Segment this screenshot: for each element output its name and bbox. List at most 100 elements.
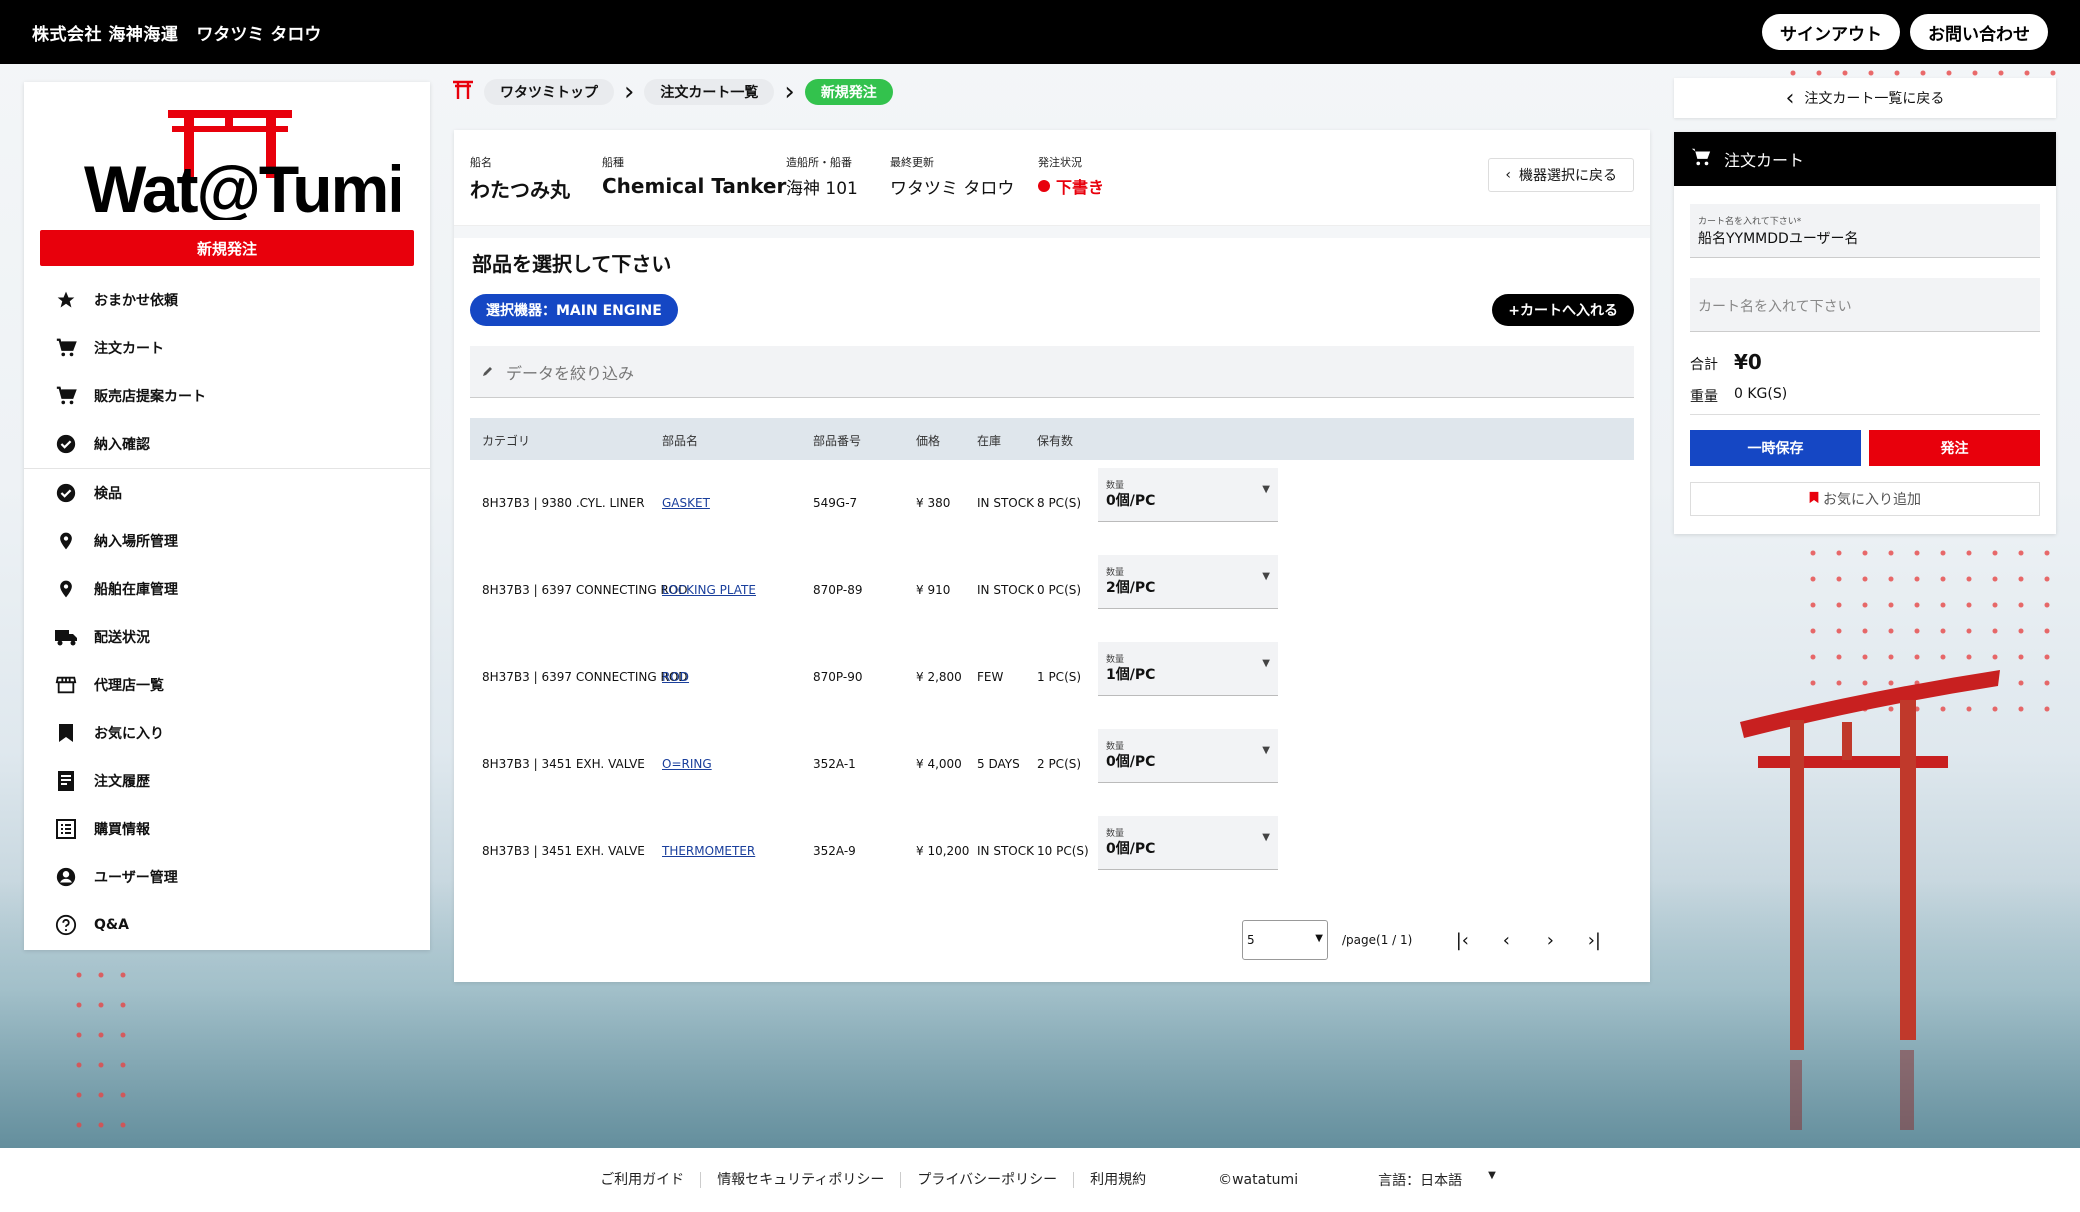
stock-cell: IN STOCK	[977, 496, 1034, 510]
chevron-right-icon: ›	[784, 77, 795, 107]
footer-link-guide[interactable]: ご利用ガイド	[584, 1172, 702, 1188]
sidebar-item-label: 納入確認	[94, 437, 150, 453]
part-name-link[interactable]: GASKET	[662, 496, 710, 510]
part-name-link[interactable]: O=RING	[662, 757, 712, 771]
category-cell: 8H37B3 | 3451 EXH. VALVE	[482, 844, 645, 858]
ship-name: 船名 わたつみ丸	[470, 154, 570, 203]
price-cell: ¥ 10,200	[916, 844, 970, 858]
torii-icon	[452, 80, 474, 104]
contact-button[interactable]: お問い合わせ	[1910, 14, 2048, 50]
add-favorite-button[interactable]: お気に入り追加	[1690, 482, 2040, 516]
sidebar-item-delivery-confirm[interactable]: 納入確認	[24, 420, 430, 468]
sidebar-item-favorites[interactable]: お気に入り	[24, 709, 430, 757]
dropdown-arrow-icon: ▼	[1488, 1170, 1496, 1181]
new-order-button[interactable]: 新規発注	[40, 230, 414, 266]
back-to-cart-list-button[interactable]: ‹ 注文カート一覧に戻る	[1674, 78, 2056, 118]
sidebar-item-omakase[interactable]: おまかせ依頼	[24, 276, 430, 324]
quantity-select[interactable]: 数量 0個/PC ▼	[1098, 729, 1278, 783]
sidebar-item-purchase-info[interactable]: 購買情報	[24, 805, 430, 853]
status-text: 下書き	[1056, 178, 1105, 197]
table-row: 8H37B3 | 6397 CONNECTING ROD LOCKING PLA…	[470, 547, 1634, 634]
sidebar-item-inspection[interactable]: 検品	[24, 469, 430, 517]
location-pin-icon	[54, 577, 78, 601]
sidebar-item-user-management[interactable]: ユーザー管理	[24, 853, 430, 901]
cart-icon	[54, 384, 78, 408]
ship-name-value: わたつみ丸	[470, 178, 570, 202]
column-header: カテゴリ	[482, 434, 531, 448]
price-cell: ¥ 2,800	[916, 670, 962, 684]
check-circle-icon	[54, 481, 78, 505]
star-icon	[54, 288, 78, 312]
owned-cell: 0 PC(S)	[1037, 583, 1082, 597]
owned-cell: 8 PC(S)	[1037, 496, 1082, 510]
cart-name-field-label: カート名を入れて下さい*	[1698, 217, 1802, 227]
sidebar-item-label: 検品	[94, 486, 122, 502]
quantity-select[interactable]: 数量 2個/PC ▼	[1098, 555, 1278, 609]
sidebar-item-shipping-status[interactable]: 配送状況	[24, 613, 430, 661]
language-value: 言語：日本語	[1378, 1173, 1463, 1189]
footer-link-privacy[interactable]: プライバシーポリシー	[901, 1172, 1075, 1188]
save-draft-button[interactable]: 一時保存	[1690, 430, 1861, 466]
stock-cell: 5 DAYS	[977, 757, 1020, 771]
sidebar-item-label: ユーザー管理	[94, 870, 178, 886]
last-page-icon[interactable]: ›|	[1572, 920, 1616, 960]
cart-weight: 重量 0 KG(S)	[1690, 386, 1787, 406]
company-name: 株式会社 海神海運	[32, 24, 179, 45]
cart-name-field-value: 船名YYMMDDユーザー名	[1698, 231, 1859, 247]
category-cell: 8H37B3 | 3451 EXH. VALVE	[482, 757, 645, 771]
quantity-value: 0個/PC	[1106, 754, 1156, 770]
list-icon	[54, 817, 78, 841]
back-to-equipment-button[interactable]: ‹ 機器選択に戻る	[1488, 158, 1634, 192]
category-cell: 8H37B3 | 9380 .CYL. LINER	[482, 496, 645, 510]
prev-page-icon[interactable]: ‹	[1484, 920, 1528, 960]
footer-link-security[interactable]: 情報セキュリティポリシー	[701, 1172, 902, 1188]
cart-header: 注文カート	[1674, 132, 2056, 186]
footer-link-terms[interactable]: 利用規約	[1074, 1172, 1162, 1188]
cart-name-field[interactable]: カート名を入れて下さい* 船名YYMMDDユーザー名	[1690, 204, 2040, 258]
back-to-cart-list-label: 注文カート一覧に戻る	[1804, 91, 1945, 107]
ship-name-label: 船名	[470, 156, 492, 169]
place-order-button[interactable]: 発注	[1869, 430, 2040, 466]
add-to-cart-button[interactable]: +カートへ入れる	[1492, 294, 1634, 326]
sidebar-item-qa[interactable]: Q&A	[24, 901, 430, 949]
table-row: 8H37B3 | 3451 EXH. VALVE THERMOMETER 352…	[470, 808, 1634, 895]
filter-input[interactable]: データを絞り込み	[470, 346, 1634, 398]
next-page-icon[interactable]: ›	[1528, 920, 1572, 960]
sidebar-item-label: Q&A	[94, 917, 129, 933]
owned-cell: 1 PC(S)	[1037, 670, 1082, 684]
breadcrumb-cart-list[interactable]: 注文カート一覧	[644, 79, 775, 105]
cart-name-input[interactable]: カート名を入れて下さい	[1690, 278, 2040, 332]
chevron-left-icon: ‹	[1785, 85, 1795, 111]
part-name-link[interactable]: THERMOMETER	[662, 844, 755, 858]
pagination: 5 ▼ /page(1 / 1) |‹ ‹ › ›|	[1242, 920, 1616, 960]
category-cell: 8H37B3 | 6397 CONNECTING ROD	[482, 583, 688, 597]
dropdown-arrow-icon: ▼	[1262, 571, 1270, 582]
first-page-icon[interactable]: |‹	[1440, 920, 1484, 960]
quantity-select[interactable]: 数量 0個/PC ▼	[1098, 816, 1278, 870]
part-name-link[interactable]: ROD	[662, 670, 689, 684]
chevron-left-icon: ‹	[1505, 167, 1511, 183]
last-updated: 最終更新 ワタツミ タロウ	[890, 154, 1014, 199]
order-status-value: 下書き	[1038, 174, 1104, 198]
breadcrumb-home[interactable]: ワタツミトップ	[484, 79, 614, 105]
selected-equipment-chip[interactable]: 選択機器：MAIN ENGINE	[470, 294, 678, 326]
quantity-select[interactable]: 数量 1個/PC ▼	[1098, 642, 1278, 696]
sidebar-item-delivery-place[interactable]: 納入場所管理	[24, 517, 430, 565]
sidebar-item-dealer-cart[interactable]: 販売店提案カート	[24, 372, 430, 420]
signout-button[interactable]: サインアウト	[1762, 14, 1900, 50]
per-page-select[interactable]: 5 ▼	[1242, 920, 1328, 960]
ship-type: 船種 Chemical Tanker	[602, 154, 786, 198]
sidebar-item-label: 注文履歴	[94, 774, 150, 790]
quantity-select[interactable]: 数量 0個/PC ▼	[1098, 468, 1278, 522]
language-select[interactable]: 言語：日本語 ▼	[1378, 1170, 1496, 1190]
sidebar-item-ship-stock[interactable]: 船舶在庫管理	[24, 565, 430, 613]
cart-icon	[1690, 146, 1712, 172]
ship-yard-label: 造船所・船番	[786, 156, 852, 169]
sidebar-item-agency-list[interactable]: 代理店一覧	[24, 661, 430, 709]
sidebar-item-order-cart[interactable]: 注文カート	[24, 324, 430, 372]
dropdown-arrow-icon: ▼	[1262, 658, 1270, 669]
part-name-link[interactable]: LOCKING PLATE	[662, 583, 756, 597]
ship-yard: 造船所・船番 海神 101	[786, 154, 858, 199]
sidebar-item-order-history[interactable]: 注文履歴	[24, 757, 430, 805]
main-panel: 船名 わたつみ丸 船種 Chemical Tanker 造船所・船番 海神 10…	[454, 130, 1650, 982]
